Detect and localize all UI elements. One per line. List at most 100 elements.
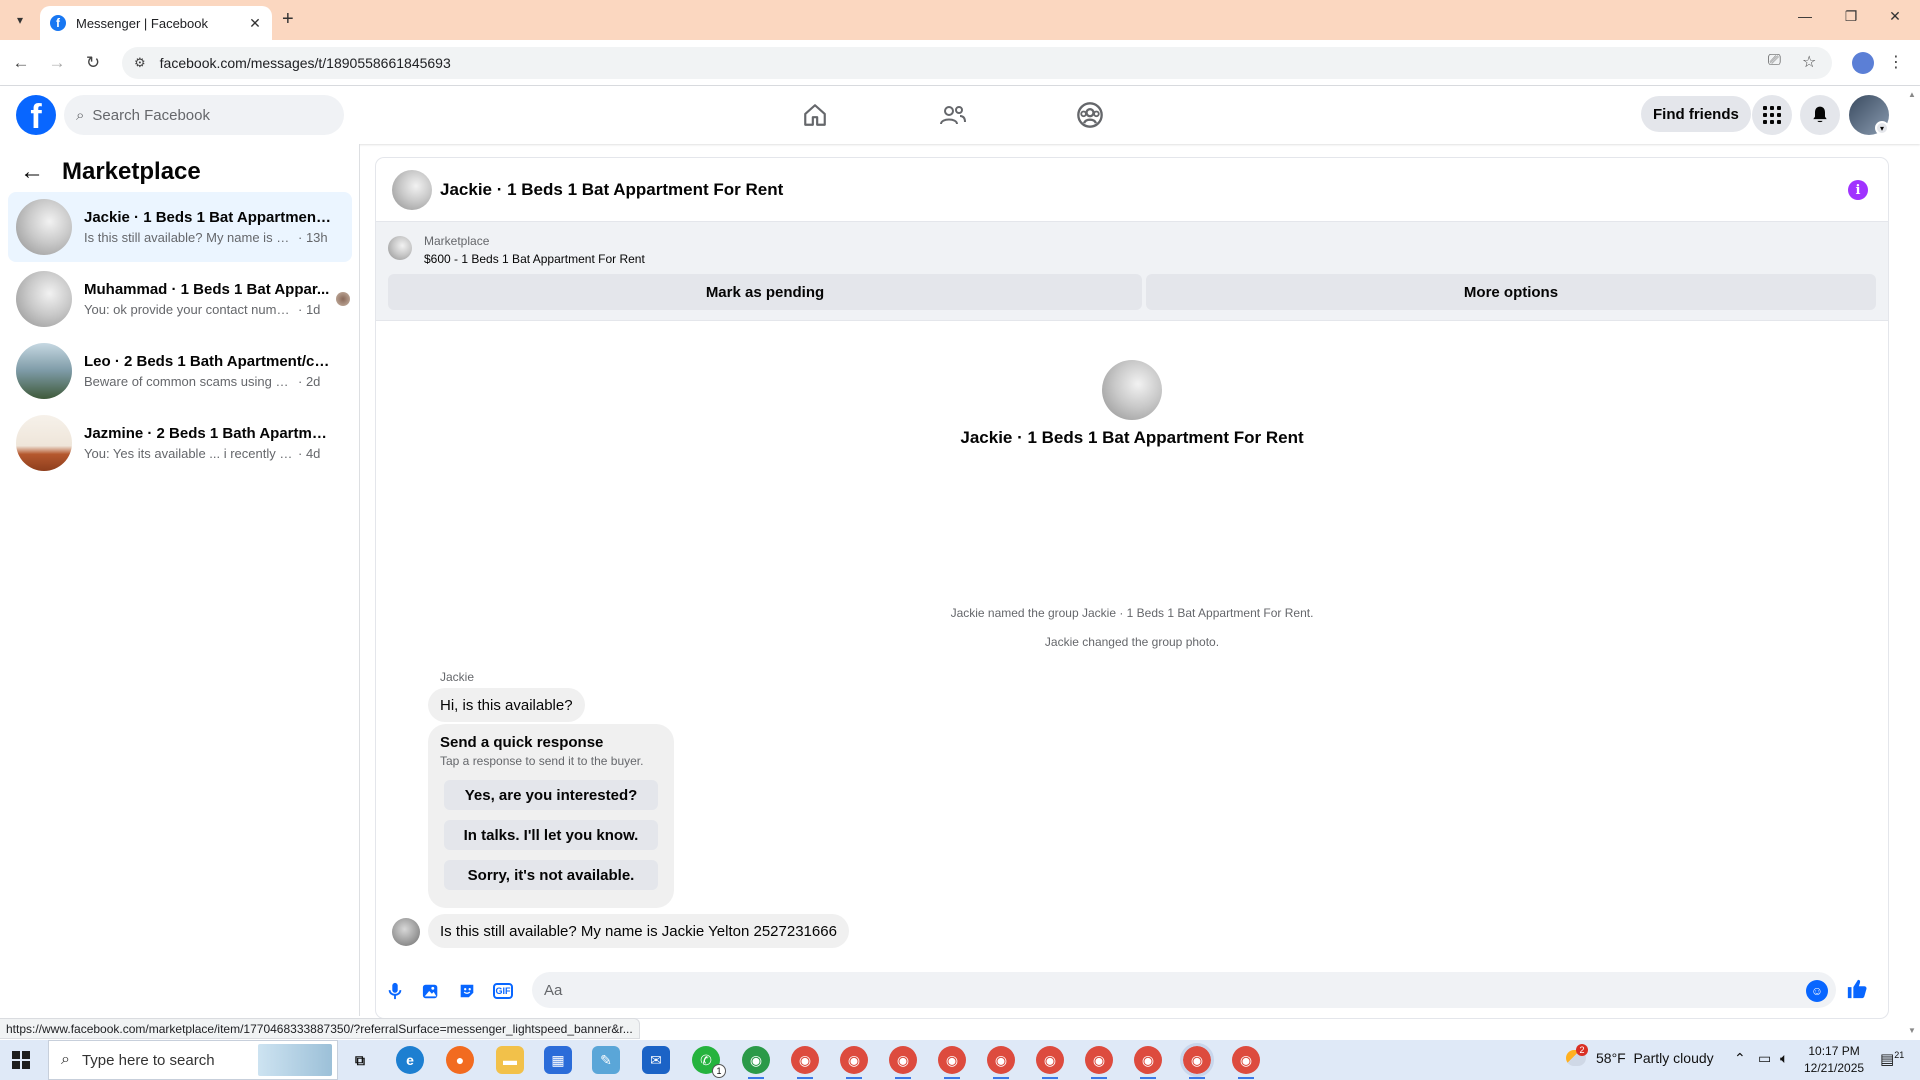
conversation-item-jackie[interactable]: Jackie · 1 Beds 1 Bat Appartment F... Is…: [8, 192, 352, 262]
install-app-icon[interactable]: ⎚: [1768, 52, 1781, 70]
mark-as-pending-button[interactable]: Mark as pending: [388, 274, 1142, 310]
chat-panel: Jackie · 1 Beds 1 Bat Appartment For Ren…: [376, 158, 1888, 1018]
menu-grid-icon[interactable]: [1752, 95, 1792, 135]
groups-icon[interactable]: [1072, 98, 1108, 132]
weather-widget[interactable]: 2 58°F Partly cloudy: [1566, 1044, 1714, 1066]
chrome-window-icon[interactable]: ◉: [840, 1046, 868, 1079]
conversation-avatar: [16, 271, 72, 327]
conversation-time: · 4d: [298, 446, 321, 461]
gif-icon[interactable]: GIF: [492, 980, 514, 1002]
conversation-name: Leo · 2 Beds 1 Bath Apartment/con...: [84, 353, 334, 370]
notes-app-icon[interactable]: ✎: [592, 1046, 620, 1074]
taskbar-clock[interactable]: 10:17 PM 12/21/2025: [1804, 1043, 1864, 1077]
windows-start-icon[interactable]: [12, 1051, 30, 1069]
sender-avatar[interactable]: [392, 918, 420, 946]
facebook-logo-icon[interactable]: f: [16, 95, 56, 135]
weather-badge: 2: [1576, 1044, 1588, 1056]
scrollbar-down-arrow-icon[interactable]: ▼: [1908, 1026, 1916, 1035]
back-icon[interactable]: ←: [10, 52, 32, 74]
browser-profile-avatar[interactable]: [1852, 52, 1874, 74]
chrome-window-icon[interactable]: ◉: [1134, 1046, 1162, 1079]
chrome-window-icon[interactable]: ◉: [938, 1046, 966, 1079]
microsoft-store-icon[interactable]: ▦: [544, 1046, 572, 1074]
chrome-window-icon[interactable]: ◉: [987, 1046, 1015, 1079]
conversation-preview: You: Yes its available ... i recently sh…: [84, 446, 294, 461]
chat-header: Jackie · 1 Beds 1 Bat Appartment For Ren…: [376, 158, 1888, 222]
task-view-icon[interactable]: ⧉: [346, 1046, 374, 1074]
chrome-window-icon[interactable]: ◉: [791, 1046, 819, 1079]
new-tab-plus-icon[interactable]: +: [282, 8, 294, 31]
search-icon: ⌕: [76, 106, 85, 124]
photo-icon[interactable]: [420, 980, 442, 1002]
chrome-profile-icon[interactable]: ◉: [742, 1046, 770, 1079]
marketplace-sidebar: ← Marketplace Jackie · 1 Beds 1 Bat Appa…: [0, 144, 360, 1016]
conversation-time: · 2d: [298, 374, 321, 389]
chat-title[interactable]: Jackie · 1 Beds 1 Bat Appartment For Ren…: [440, 180, 783, 200]
notification-center-icon[interactable]: ▤21: [1880, 1050, 1904, 1068]
tab-title: Messenger | Facebook: [76, 15, 208, 31]
edge-browser-icon[interactable]: e: [396, 1046, 424, 1074]
notifications-bell-icon[interactable]: [1800, 95, 1840, 135]
clock-time: 10:17 PM: [1808, 1044, 1860, 1058]
quick-response-option[interactable]: In talks. I'll let you know.: [444, 820, 658, 850]
conversation-item-jazmine[interactable]: Jazmine · 2 Beds 1 Bath Apartment... You…: [8, 408, 352, 478]
search-input[interactable]: [92, 106, 313, 124]
listing-price-title[interactable]: $600 - 1 Beds 1 Bat Appartment For Rent: [424, 252, 645, 266]
close-window-icon[interactable]: ✕: [1880, 8, 1910, 25]
chrome-window-icon[interactable]: ◉: [889, 1046, 917, 1079]
system-message: Jackie changed the group photo.: [1044, 635, 1220, 649]
browser-menu-icon[interactable]: ⋮: [1888, 52, 1904, 72]
friends-icon[interactable]: [935, 98, 971, 132]
outlook-icon[interactable]: ✉: [642, 1046, 670, 1074]
volume-icon[interactable]: 🔈︎: [1780, 1050, 1788, 1067]
emoji-icon[interactable]: ☺: [1806, 980, 1828, 1002]
chrome-window-icon[interactable]: ◉: [1232, 1046, 1260, 1079]
chat-avatar[interactable]: [392, 169, 432, 210]
chrome-window-icon[interactable]: ◉: [1085, 1046, 1113, 1079]
group-photo: [1102, 360, 1162, 420]
facebook-search[interactable]: ⌕: [64, 95, 344, 135]
conversation-avatar: [16, 415, 72, 471]
chrome-window-icon[interactable]: ◉: [1036, 1046, 1064, 1079]
message-input[interactable]: [532, 972, 1836, 1008]
home-icon[interactable]: [797, 98, 833, 132]
site-info-icon[interactable]: ⚙: [134, 55, 146, 71]
browser-tab-messenger[interactable]: f Messenger | Facebook ✕: [40, 6, 272, 40]
whatsapp-badge: 1: [712, 1064, 726, 1078]
message-bubble: Hi, is this available?: [428, 688, 585, 722]
quick-response-option[interactable]: Sorry, it's not available.: [444, 860, 658, 890]
firefox-icon[interactable]: ●: [446, 1046, 474, 1074]
tray-chevron-icon[interactable]: ⌃: [1734, 1050, 1746, 1067]
scrollbar-up-arrow-icon[interactable]: ▲: [1908, 90, 1916, 99]
clock-date: 12/21/2025: [1804, 1061, 1865, 1075]
search-icon: ⌕: [61, 1051, 70, 1068]
quick-response-title: Send a quick response: [440, 734, 604, 751]
address-bar[interactable]: ⚙ facebook.com/messages/t/18905586618456…: [122, 47, 1832, 79]
more-options-button[interactable]: More options: [1146, 274, 1876, 310]
thumbs-up-icon[interactable]: [1846, 978, 1868, 1006]
microphone-icon[interactable]: [384, 980, 406, 1002]
minimize-icon[interactable]: —: [1790, 8, 1820, 24]
info-icon[interactable]: i: [1848, 180, 1868, 200]
tab-close-icon[interactable]: ✕: [246, 15, 264, 32]
sticker-icon[interactable]: [456, 980, 478, 1002]
sidebar-title: Marketplace: [62, 158, 201, 185]
browser-toolbar: ← → ↻ ⚙ facebook.com/messages/t/18905586…: [0, 40, 1920, 86]
chrome-window-active-icon[interactable]: ◉: [1180, 1043, 1214, 1079]
search-highlight-image[interactable]: [258, 1044, 332, 1076]
network-icon[interactable]: ▭: [1758, 1050, 1771, 1067]
back-arrow-icon[interactable]: ←: [20, 158, 44, 186]
restore-icon[interactable]: ❐: [1836, 8, 1866, 25]
account-chevron-icon[interactable]: ▾: [1875, 121, 1889, 135]
file-explorer-icon[interactable]: ▬: [496, 1046, 524, 1074]
bookmark-star-icon[interactable]: ☆: [1802, 52, 1816, 72]
conversation-item-leo[interactable]: Leo · 2 Beds 1 Bath Apartment/con... Bew…: [8, 336, 352, 406]
conversation-time: · 13h: [298, 230, 328, 245]
conversation-item-muhammad[interactable]: Muhammad · 1 Beds 1 Bat Appar... You: ok…: [8, 264, 352, 334]
forward-icon[interactable]: →: [46, 52, 68, 74]
quick-response-option[interactable]: Yes, are you interested?: [444, 780, 658, 810]
reload-icon[interactable]: ↻: [82, 52, 104, 74]
find-friends-button[interactable]: Find friends: [1641, 96, 1751, 132]
listing-thumbnail[interactable]: [388, 236, 412, 260]
tab-search-chevron-icon[interactable]: ▾: [8, 8, 32, 32]
